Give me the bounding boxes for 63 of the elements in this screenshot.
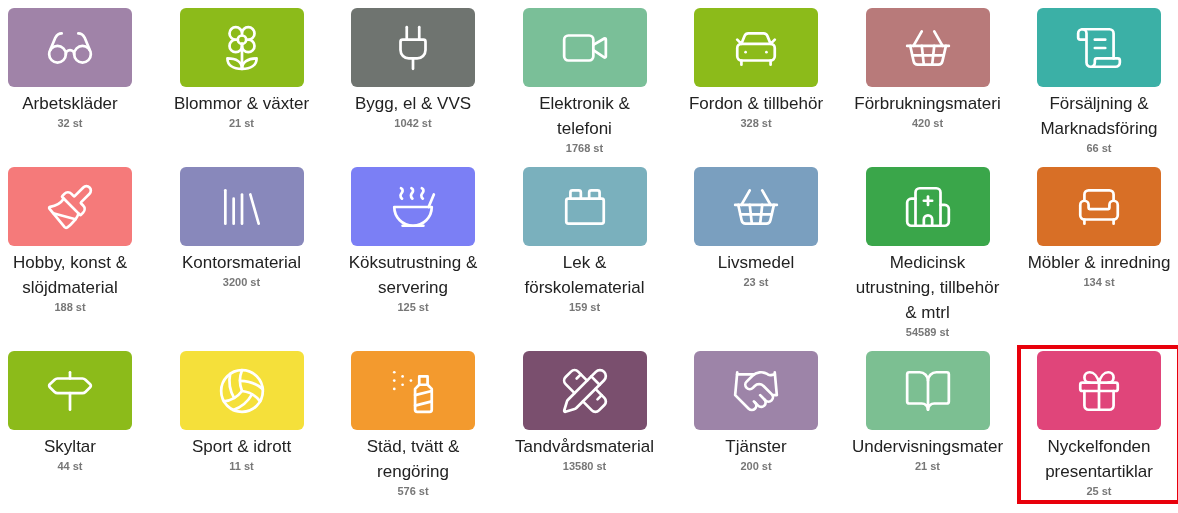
category-label: Lek & förskolematerial xyxy=(523,252,646,299)
category-label: Fordon & tillbehör xyxy=(688,93,824,115)
category-label: Arbetskläder xyxy=(22,93,118,115)
category-item[interactable]: Köksutrustning & servering 125 st xyxy=(331,161,495,320)
category-label: Nyckelfonden presentartiklar xyxy=(1044,436,1154,483)
category-count: 125 st xyxy=(397,300,429,314)
category-count: 21 st xyxy=(228,116,255,130)
category-count: 328 st xyxy=(740,116,772,130)
category-item[interactable]: Möbler & inredning 134 st xyxy=(1017,161,1178,295)
category-count: 188 st xyxy=(54,300,86,314)
category-item[interactable]: Hobby, konst & slöjdmaterial 188 st xyxy=(0,161,152,320)
category-item[interactable]: Nyckelfonden presentartiklar 25 st xyxy=(1017,345,1178,504)
category-label: Livsmedel xyxy=(717,252,795,274)
category-label: Försäljning & Marknadsföring xyxy=(1039,93,1159,140)
category-item[interactable]: Bygg, el & VVS 1042 st xyxy=(331,2,495,136)
category-label: Städ, tvätt & rengöring xyxy=(365,436,461,483)
category-count: 13580 st xyxy=(562,459,607,473)
category-label: Sport & idrott xyxy=(191,436,292,458)
category-item[interactable]: Undervisningsmater 21 st xyxy=(845,345,1010,479)
category-label: Kontorsmaterial xyxy=(181,252,302,274)
category-item[interactable]: Elektronik & telefoni 1768 st xyxy=(502,2,667,161)
category-item[interactable]: Tjänster 200 st xyxy=(674,345,838,479)
category-count: 25 st xyxy=(1086,484,1112,498)
category-count: 23 st xyxy=(743,275,769,289)
category-label: Blommor & växter xyxy=(173,93,310,115)
category-item[interactable]: Fordon & tillbehör 328 st xyxy=(674,2,838,136)
category-count: 3200 st xyxy=(222,275,261,289)
category-item[interactable]: Försäljning & Marknadsföring 66 st xyxy=(1017,2,1178,161)
category-count: 21 st xyxy=(914,459,941,473)
category-label: Köksutrustning & servering xyxy=(347,252,479,299)
category-label: Tjänster xyxy=(725,436,787,458)
category-count: 200 st xyxy=(740,459,772,473)
category-count: 1042 st xyxy=(394,116,432,130)
category-count: 1768 st xyxy=(565,141,604,155)
category-item[interactable]: Lek & förskolematerial 159 st xyxy=(502,161,667,320)
category-count: 44 st xyxy=(57,459,83,473)
category-item[interactable]: Kontorsmaterial 3200 st xyxy=(159,161,324,295)
category-item[interactable]: Skyltar 44 st xyxy=(0,345,152,479)
category-label: Hobby, konst & slöjdmaterial xyxy=(12,252,128,299)
category-item[interactable]: Livsmedel 23 st xyxy=(674,161,838,295)
category-label: Skyltar xyxy=(44,436,96,458)
category-count: 134 st xyxy=(1083,275,1115,289)
category-count: 159 st xyxy=(568,300,601,314)
category-item[interactable]: Städ, tvätt & rengöring 576 st xyxy=(331,345,495,504)
category-count: 420 st xyxy=(911,116,944,130)
category-count: 54589 st xyxy=(905,325,950,339)
category-count: 66 st xyxy=(1086,141,1112,155)
category-label: Förbrukningsmateri xyxy=(854,93,1001,115)
category-label: Undervisningsmater xyxy=(851,436,1004,458)
category-item[interactable]: Sport & idrott 11 st xyxy=(159,345,324,479)
category-label: Bygg, el & VVS xyxy=(354,93,472,115)
category-item[interactable]: Förbrukningsmateri 420 st xyxy=(845,2,1010,136)
category-count: 11 st xyxy=(229,459,254,473)
category-item[interactable]: Medicinsk utrustning, tillbehör & mtrl 54589 st xyxy=(845,161,1010,345)
category-label: Medicinsk utrustning, tillbehör & mtrl xyxy=(854,252,1001,324)
category-item[interactable]: Arbetskläder 32 st xyxy=(0,2,152,136)
category-label: Elektronik & telefoni xyxy=(538,93,631,140)
category-label: Tandvårdsmaterial xyxy=(515,436,654,458)
category-count: 576 st xyxy=(397,484,429,498)
category-item[interactable]: Tandvårdsmaterial 13580 st xyxy=(502,345,667,479)
category-item[interactable]: Blommor & växter 21 st xyxy=(159,2,324,136)
category-label: Möbler & inredning xyxy=(1027,252,1171,274)
category-count: 32 st xyxy=(57,116,83,130)
